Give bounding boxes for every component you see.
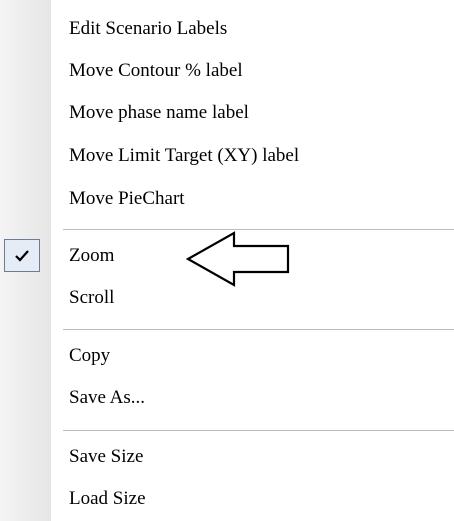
left-arrow-icon [186, 231, 290, 287]
context-menu: Edit Scenario Labels Move Contour % labe… [0, 0, 454, 521]
check-icon [15, 250, 29, 262]
menu-item-edit-scenario-labels[interactable]: Edit Scenario Labels [0, 12, 454, 46]
menu-item-label: Move Contour % label [69, 60, 243, 81]
menu-separator [63, 430, 454, 432]
menu-item-label: Zoom [69, 245, 115, 266]
menu-item-label: Scroll [69, 287, 115, 308]
checked-indicator [4, 239, 40, 272]
menu-item-label: Load Size [69, 488, 146, 509]
menu-item-move-phase-name-label[interactable]: Move phase name label [0, 96, 454, 130]
menu-item-label: Copy [69, 345, 111, 366]
menu-item-move-piechart[interactable]: Move PieChart [0, 182, 454, 216]
menu-separator [63, 329, 454, 331]
menu-item-label: Move Limit Target (XY) label [69, 145, 300, 166]
menu-item-save-as[interactable]: Save As... [0, 381, 454, 415]
menu-item-label: Edit Scenario Labels [69, 18, 228, 39]
menu-item-copy[interactable]: Copy [0, 339, 454, 373]
menu-item-load-size[interactable]: Load Size [0, 482, 454, 516]
menu-item-label: Move phase name label [69, 102, 249, 123]
menu-item-move-limit-target-label[interactable]: Move Limit Target (XY) label [0, 139, 454, 173]
menu-item-save-size[interactable]: Save Size [0, 440, 454, 474]
menu-item-label: Move PieChart [69, 188, 185, 209]
menu-item-move-contour-label[interactable]: Move Contour % label [0, 54, 454, 88]
menu-item-label: Save Size [69, 446, 144, 467]
menu-item-label: Save As... [69, 387, 145, 408]
